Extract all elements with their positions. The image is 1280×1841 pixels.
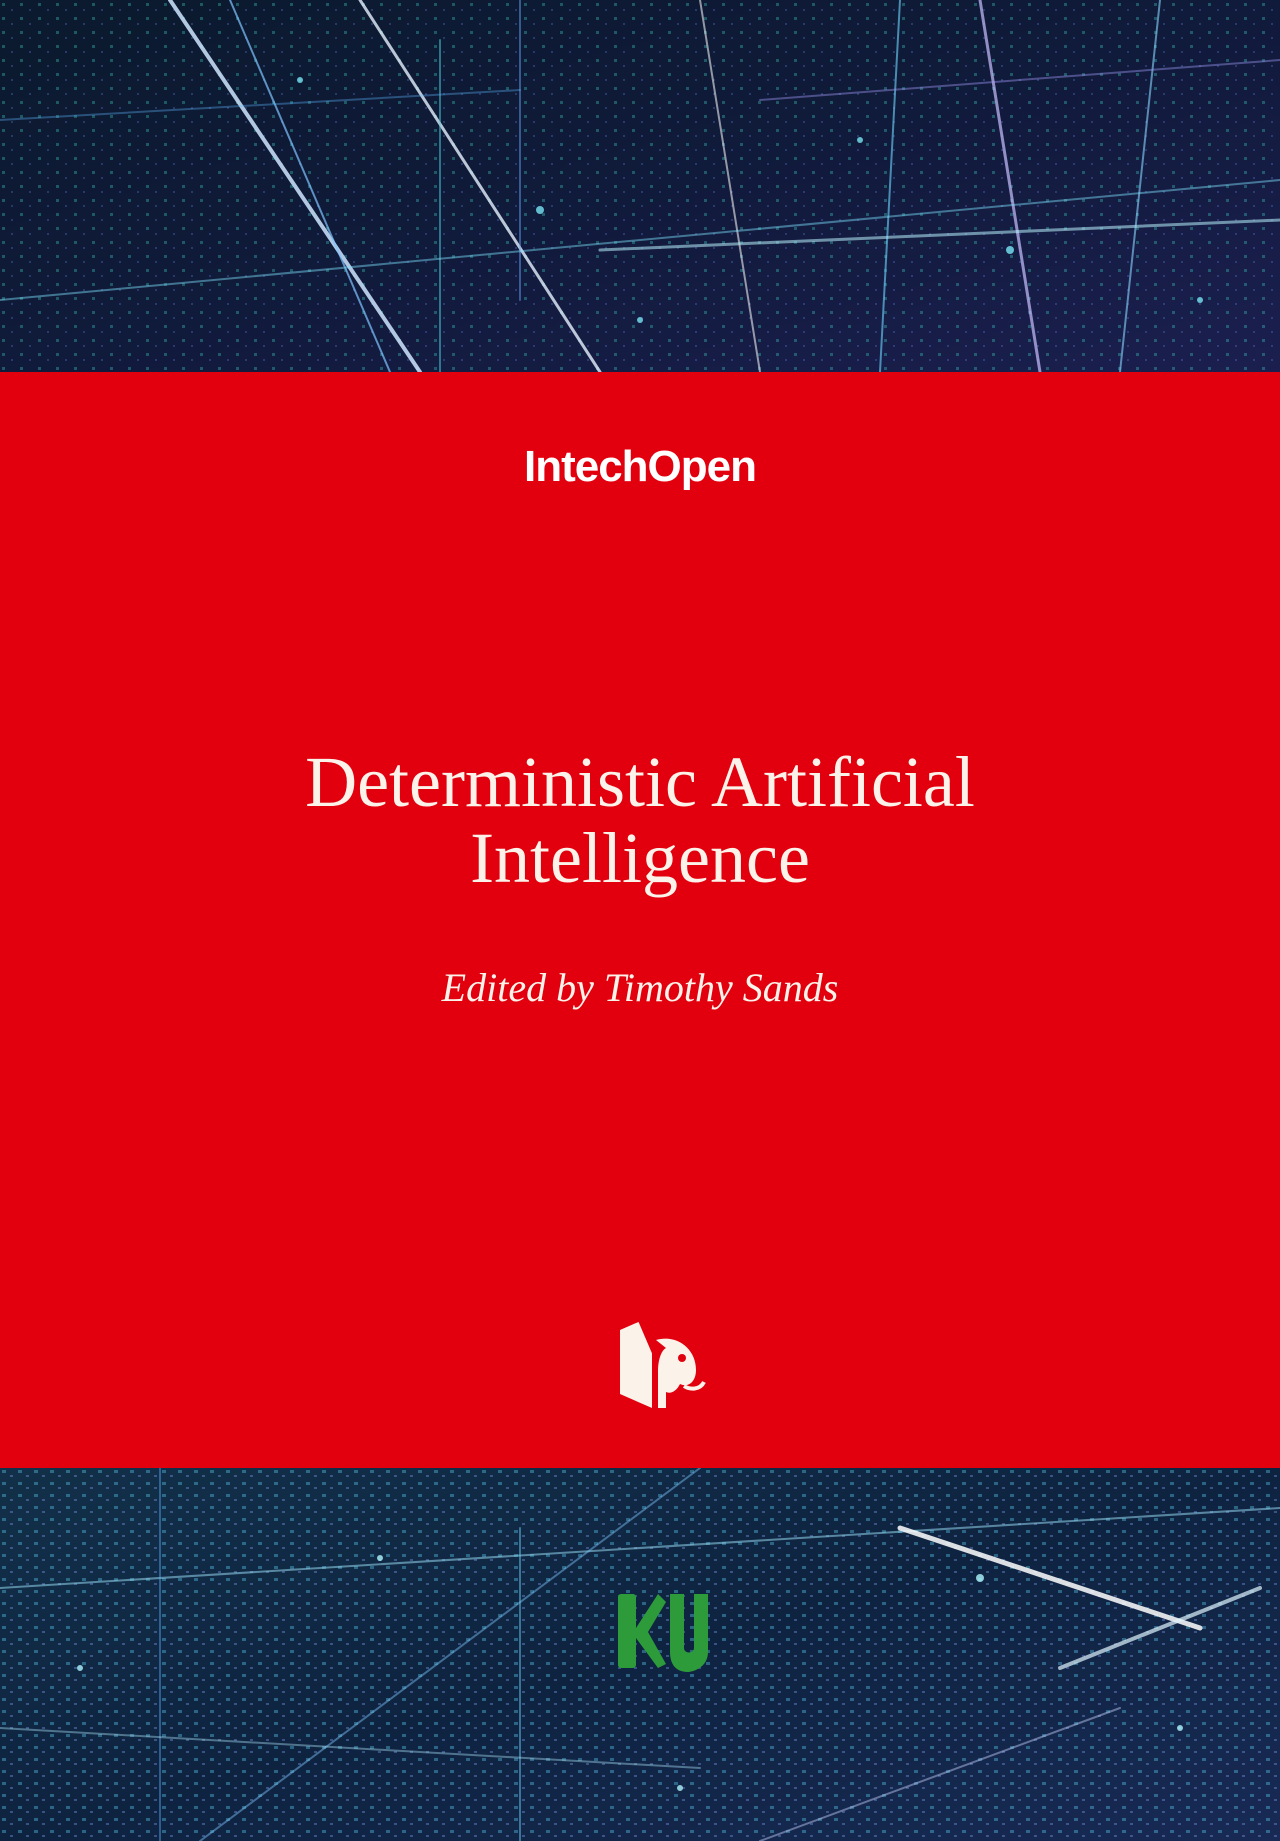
intechopen-emblem-icon (620, 1316, 706, 1408)
book-title: Deterministic Artificial Intelligence (140, 744, 1140, 896)
book-title-line-1: Deterministic Artificial (305, 742, 975, 822)
book-cover: IntechOpen Deterministic Artificial Inte… (0, 0, 1280, 1841)
publisher-wordmark: IntechOpen (523, 442, 757, 491)
editor-credit: Edited by Timothy Sands (441, 965, 839, 1010)
book-title-line-2: Intelligence (470, 818, 810, 898)
knowledge-unlatched-logo-icon (618, 1594, 708, 1672)
cover-art-top (0, 0, 1280, 372)
title-band: IntechOpen Deterministic Artificial Inte… (0, 372, 1280, 1468)
circuit-pattern-top (0, 0, 1280, 372)
